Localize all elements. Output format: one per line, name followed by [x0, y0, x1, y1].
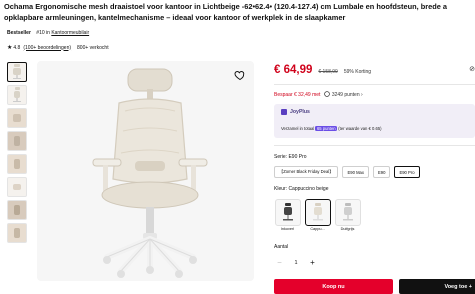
heart-icon[interactable] — [234, 69, 246, 81]
joyplus-points-text: Verzamel in totaal 65 punten (ter waarde… — [281, 126, 382, 131]
savings-text: Bespaar € 32,49 met — [274, 91, 321, 98]
swatch-image — [304, 199, 331, 226]
points-value: 3249 punten — [331, 92, 360, 98]
kleur-options: Inkoverl Cappu... Duifgrijs — [274, 199, 364, 231]
star-icon: ★ — [7, 45, 13, 51]
joyplus-text-after: (ter waarde van € 0.65) — [338, 126, 382, 131]
swatch-caption: Cappu... — [310, 227, 325, 231]
thumbnail-1[interactable] — [7, 62, 27, 82]
joyplus-title: JoyPlus — [281, 109, 310, 115]
thumbnail-7[interactable] — [7, 200, 27, 220]
old-price: € 158,99 — [318, 69, 338, 75]
chair-photo-icon — [14, 136, 20, 146]
swatch-image — [274, 199, 301, 226]
points-savings-row[interactable]: Bespaar € 32,49 met 3249 punten › — [274, 91, 363, 98]
points-icon — [324, 91, 331, 97]
share-icon[interactable]: ⊘ — [469, 65, 475, 73]
quantity-increase-button[interactable]: + — [307, 257, 318, 268]
quantity-decrease-button[interactable]: − — [274, 257, 285, 268]
chevron-right-icon: › — [361, 92, 363, 98]
serie-option-e90-pro[interactable]: E90 Pro — [394, 166, 420, 178]
kleur-option-cappuccino[interactable]: Cappu... — [304, 199, 331, 231]
serie-label: Serie: E90 Pro — [274, 154, 307, 160]
sold-count: 800+ verkocht — [77, 44, 109, 51]
divider — [274, 84, 475, 85]
thumbnail-2[interactable] — [7, 85, 27, 105]
chair-icon — [13, 87, 21, 102]
serie-option-e90-max[interactable]: E90 Max — [342, 166, 369, 178]
grey-chair-icon — [342, 202, 353, 220]
chair-photo-icon — [14, 205, 20, 215]
chair-icon — [13, 64, 21, 79]
thumbnail-5[interactable] — [7, 154, 27, 174]
joyplus-panel: JoyPlus Verzamel in totaal 65 punten (te… — [274, 104, 475, 138]
beige-chair-icon — [312, 202, 323, 220]
points-text: 3249 punten › — [324, 91, 363, 98]
swatch-image — [334, 199, 361, 226]
chair-photo-icon — [14, 159, 20, 169]
product-title: Ochama Ergonomische mesh draaistoel voor… — [4, 2, 475, 23]
swatch-caption: Inkoverl — [280, 227, 295, 231]
serie-option-black-friday[interactable]: 【Zomer Black Friday Deal】 — [274, 166, 339, 178]
bestseller-row: Bestseller #10 in Kantoormeubilair — [7, 30, 89, 36]
thumbnail-4[interactable] — [7, 131, 27, 151]
buy-now-button[interactable]: Koop nu — [274, 279, 393, 294]
thumbnail-8[interactable] — [7, 223, 27, 243]
product-title-line-1: Ochama Ergonomische mesh draaistoel voor… — [4, 2, 447, 11]
bestseller-rank: #10 in — [36, 30, 50, 36]
add-to-cart-button[interactable]: Voeg toe + — [399, 279, 475, 294]
chair-photo-icon — [14, 228, 20, 238]
divider — [274, 145, 475, 146]
thumbnail-list — [7, 62, 29, 246]
rating-row: ★ 4.8 (100+ beoordelingen) 800+ verkocht — [7, 44, 109, 52]
kleur-label: Kleur: Cappuccino beige — [274, 186, 329, 192]
swatch-caption: Duifgrijs — [340, 227, 355, 231]
black-chair-icon — [282, 202, 293, 220]
chair-detail-icon — [13, 184, 21, 190]
bestseller-category-link[interactable]: Kantoormeubilair — [51, 30, 89, 36]
joyplus-points-badge: 65 punten — [315, 126, 338, 131]
thumbnail-3[interactable] — [7, 108, 27, 128]
rating-value: 4.8 — [13, 44, 21, 51]
joyplus-icon — [281, 109, 287, 115]
price-row: € 64,99 € 158,99 59% Korting ⊘ — [274, 64, 475, 76]
product-title-line-2: opklapbare armleuningen, kantelmechanism… — [4, 12, 346, 22]
joyplus-text-before: Verzamel in totaal — [281, 126, 315, 131]
kleur-option-duifgrijs[interactable]: Duifgrijs — [334, 199, 361, 231]
kleur-option-inkoverl[interactable]: Inkoverl — [274, 199, 301, 231]
quantity-stepper: − 1 + — [274, 256, 318, 269]
chair-detail-icon — [13, 114, 21, 122]
bestseller-label: Bestseller — [7, 30, 31, 36]
main-product-image[interactable] — [37, 61, 254, 281]
discount-label: 59% Korting — [343, 69, 372, 75]
quantity-label: Aantal — [274, 244, 289, 250]
office-chair-image — [92, 68, 208, 278]
thumbnail-6[interactable] — [7, 177, 27, 197]
serie-options: 【Zomer Black Friday Deal】 E90 Max E90 E9… — [274, 166, 424, 178]
serie-option-e90[interactable]: E90 — [372, 166, 391, 178]
reviews-link[interactable]: (100+ beoordelingen) — [23, 45, 71, 51]
current-price: € 64,99 — [274, 64, 313, 76]
quantity-value: 1 — [294, 259, 298, 266]
joyplus-title-text: JoyPlus — [290, 109, 310, 115]
